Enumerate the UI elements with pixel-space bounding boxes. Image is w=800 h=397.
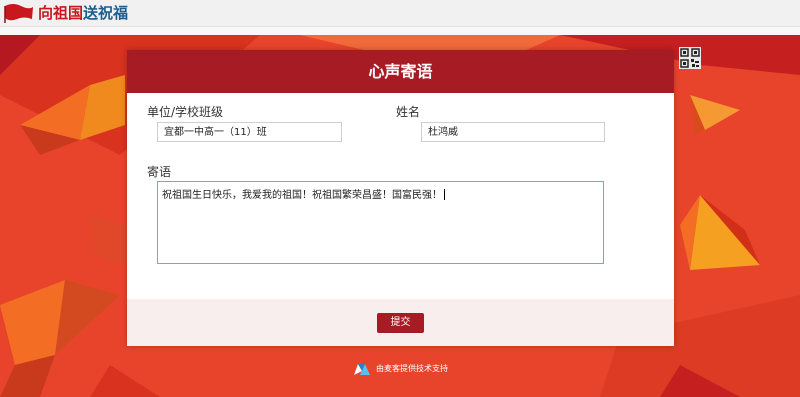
card-title: 心声寄语 [368, 62, 433, 81]
message-label: 寄语 [147, 165, 172, 179]
name-label: 姓名 [396, 105, 421, 119]
flag-icon [4, 4, 33, 23]
text-caret [444, 189, 445, 200]
qr-code-icon[interactable] [679, 47, 701, 69]
site-title-part2: 送祝福 [83, 4, 129, 22]
header-gap [0, 27, 800, 35]
unit-input[interactable]: 宜都一中高一（11）班 [157, 122, 342, 142]
message-text: 祝祖国生日快乐，我爱我的祖国！祝祖国繁荣昌盛！国富民强！ [162, 190, 442, 201]
card-header: 心声寄语 [127, 50, 674, 93]
submit-button[interactable]: 提交 [377, 313, 424, 333]
site-title: 向祖国送祝福 [38, 3, 128, 23]
form-card: 心声寄语 单位/学校班级 宜都一中高一（11）班 姓名 杜鸿威 寄语 祝祖国生日… [127, 47, 701, 346]
top-bar: 向祖国送祝福 [0, 0, 800, 27]
powered-by-text: 由麦客提供技术支持 [376, 364, 448, 373]
unit-label: 单位/学校班级 [147, 105, 224, 119]
name-input[interactable]: 杜鸿威 [421, 122, 605, 142]
message-textarea[interactable]: 祝祖国生日快乐，我爱我的祖国！祝祖国繁荣昌盛！国富民强！ [157, 181, 604, 264]
mikecrm-logo-icon [354, 364, 370, 375]
site-title-part1: 向祖国 [38, 4, 84, 22]
